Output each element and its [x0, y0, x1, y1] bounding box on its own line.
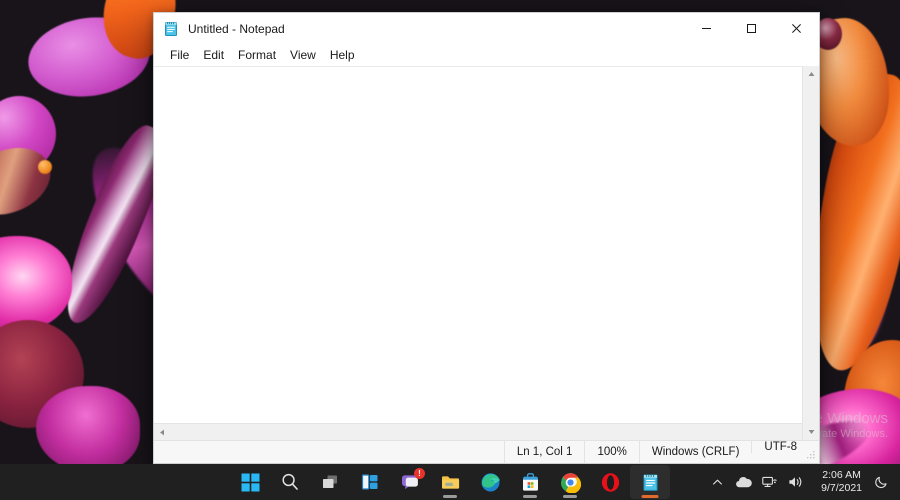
running-indicator: [563, 495, 577, 498]
maximize-icon: [747, 24, 756, 33]
clock-date: 9/7/2021: [821, 482, 862, 494]
maximize-button[interactable]: [729, 13, 774, 44]
scroll-up-button[interactable]: [803, 66, 819, 83]
start-button[interactable]: [230, 465, 270, 499]
file-explorer-button[interactable]: [430, 465, 470, 499]
window-controls: [684, 13, 819, 44]
chevron-left-icon: [160, 429, 164, 436]
menu-item-file[interactable]: File: [163, 46, 196, 64]
notepad-taskbar-icon: [643, 473, 657, 491]
menu-bar: File Edit Format View Help: [154, 44, 819, 66]
notifications-button[interactable]: [870, 467, 894, 497]
edge-icon: [481, 472, 500, 491]
network-tray-icon[interactable]: [757, 467, 781, 497]
status-encoding-wrap: UTF-8: [751, 441, 819, 463]
volume-icon: [789, 477, 801, 487]
status-line-ending[interactable]: Windows (CRLF): [638, 441, 752, 463]
title-bar[interactable]: Untitled - Notepad: [154, 13, 819, 44]
wallpaper-blob: [0, 236, 72, 332]
status-spacer: [154, 441, 504, 463]
editor-column: [154, 66, 802, 441]
wallpaper-blob: [38, 160, 52, 174]
chevron-down-icon: [808, 430, 815, 434]
window-title: Untitled - Notepad: [188, 21, 285, 36]
running-indicator: [443, 495, 457, 498]
chat-button[interactable]: !: [390, 465, 430, 499]
onedrive-tray-icon[interactable]: [731, 467, 755, 497]
tray-icon-group[interactable]: [699, 467, 813, 497]
store-button[interactable]: [510, 465, 550, 499]
menu-item-edit[interactable]: Edit: [196, 46, 231, 64]
running-indicator: [523, 495, 537, 498]
horizontal-scroll-track[interactable]: [171, 424, 802, 440]
widgets-icon: [361, 474, 378, 490]
chevron-up-icon: [712, 479, 722, 485]
task-view-button[interactable]: [310, 465, 350, 499]
opera-button[interactable]: [590, 465, 630, 499]
search-button[interactable]: [270, 465, 310, 499]
resize-grip-icon[interactable]: [806, 450, 816, 460]
editor-region: [154, 66, 819, 441]
desktop[interactable]: Activate Windows Go to Settings to activ…: [0, 0, 900, 500]
notepad-button[interactable]: [630, 465, 670, 499]
volume-tray-icon[interactable]: [783, 467, 807, 497]
opera-icon: [601, 472, 619, 492]
text-editor[interactable]: [154, 66, 802, 423]
status-cursor-position[interactable]: Ln 1, Col 1: [503, 441, 585, 463]
title-bar-left: Untitled - Notepad: [154, 21, 684, 37]
widgets-button[interactable]: [350, 465, 390, 499]
menu-item-view[interactable]: View: [283, 46, 323, 64]
horizontal-scrollbar[interactable]: [154, 423, 802, 441]
wallpaper-blob: [36, 386, 140, 472]
clock-button[interactable]: 2:06 AM 9/7/2021: [813, 466, 870, 498]
chrome-icon: [560, 472, 581, 493]
notepad-window[interactable]: Untitled - Notepad File Edit Format View…: [153, 12, 820, 464]
scroll-down-button[interactable]: [803, 423, 819, 440]
system-tray: 2:06 AM 9/7/2021: [699, 464, 900, 500]
chat-badge: !: [414, 468, 425, 479]
vertical-scrollbar[interactable]: [802, 66, 819, 440]
edge-button[interactable]: [470, 465, 510, 499]
store-icon: [522, 472, 538, 491]
show-hidden-icons-button[interactable]: [705, 467, 729, 497]
menu-item-format[interactable]: Format: [231, 46, 283, 64]
status-bar: Ln 1, Col 1 100% Windows (CRLF) UTF-8: [154, 440, 819, 463]
chrome-button[interactable]: [550, 465, 590, 499]
moon-icon: [875, 476, 887, 489]
minimize-icon: [702, 28, 711, 29]
cloud-icon: [735, 476, 752, 487]
close-button[interactable]: [774, 13, 819, 44]
vertical-scroll-track[interactable]: [803, 83, 819, 423]
clock-time: 2:06 AM: [822, 469, 861, 482]
file-explorer-icon: [441, 475, 459, 489]
search-icon: [282, 473, 298, 490]
minimize-button[interactable]: [684, 13, 729, 44]
scroll-left-button[interactable]: [154, 424, 171, 441]
close-icon: [792, 24, 801, 33]
task-view-icon: [323, 475, 337, 488]
active-indicator: [641, 495, 659, 498]
network-icon: [761, 476, 777, 487]
windows-logo-icon: [241, 473, 259, 491]
notepad-icon: [165, 21, 177, 36]
taskbar[interactable]: ! 2:06 AM 9/7/2021: [0, 464, 900, 500]
status-zoom-level[interactable]: 100%: [584, 441, 638, 463]
chevron-up-icon: [808, 72, 815, 76]
menu-item-help[interactable]: Help: [323, 46, 362, 64]
